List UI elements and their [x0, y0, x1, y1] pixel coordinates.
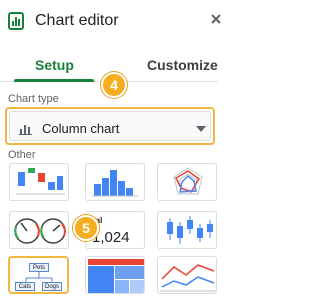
org-node-dogs: Dogs: [42, 282, 62, 291]
step-callout-4: 4: [101, 72, 127, 98]
org-chart-thumbnail[interactable]: Pets Cats Dogs: [8, 256, 69, 294]
timeline-chart-icon: [160, 264, 216, 292]
org-node-pets: Pets: [29, 263, 49, 272]
chart-type-label: Chart type: [8, 93, 59, 105]
org-node-cats: Cats: [15, 282, 35, 291]
waterfall-chart-icon: [16, 168, 65, 195]
dropdown-arrow-icon: [196, 126, 206, 132]
histogram-chart-icon: [92, 170, 138, 197]
gauge-chart-thumbnail[interactable]: [9, 211, 69, 249]
tab-setup[interactable]: Setup: [35, 57, 74, 73]
waterfall-chart-thumbnail[interactable]: [9, 163, 69, 201]
candlestick-chart-thumbnail[interactable]: [157, 211, 217, 249]
active-tab-indicator: [14, 79, 94, 82]
gauge-chart-icon: [14, 218, 66, 244]
chart-type-dropdown-field[interactable]: Column chart: [9, 111, 211, 141]
panel-title: Chart editor: [35, 12, 119, 29]
histogram-chart-thumbnail[interactable]: [85, 163, 145, 201]
timeline-chart-thumbnail[interactable]: [157, 256, 217, 294]
treemap-chart-icon: [88, 259, 144, 293]
chart-type-value: Column chart: [42, 121, 120, 136]
close-icon[interactable]: [211, 11, 221, 27]
chart-editor-icon: [8, 12, 24, 30]
other-label: Other: [8, 149, 36, 161]
step-callout-5: 5: [73, 215, 99, 241]
column-chart-icon: [19, 125, 32, 135]
radar-chart-thumbnail[interactable]: [157, 163, 217, 201]
tab-customize[interactable]: Customize: [147, 57, 218, 73]
candlestick-chart-icon: [167, 216, 213, 244]
chart-type-dropdown[interactable]: Column chart: [5, 107, 215, 145]
chart-editor-header: Chart editor: [0, 0, 221, 42]
treemap-chart-thumbnail[interactable]: [85, 256, 145, 294]
radar-chart-icon: [173, 167, 203, 195]
